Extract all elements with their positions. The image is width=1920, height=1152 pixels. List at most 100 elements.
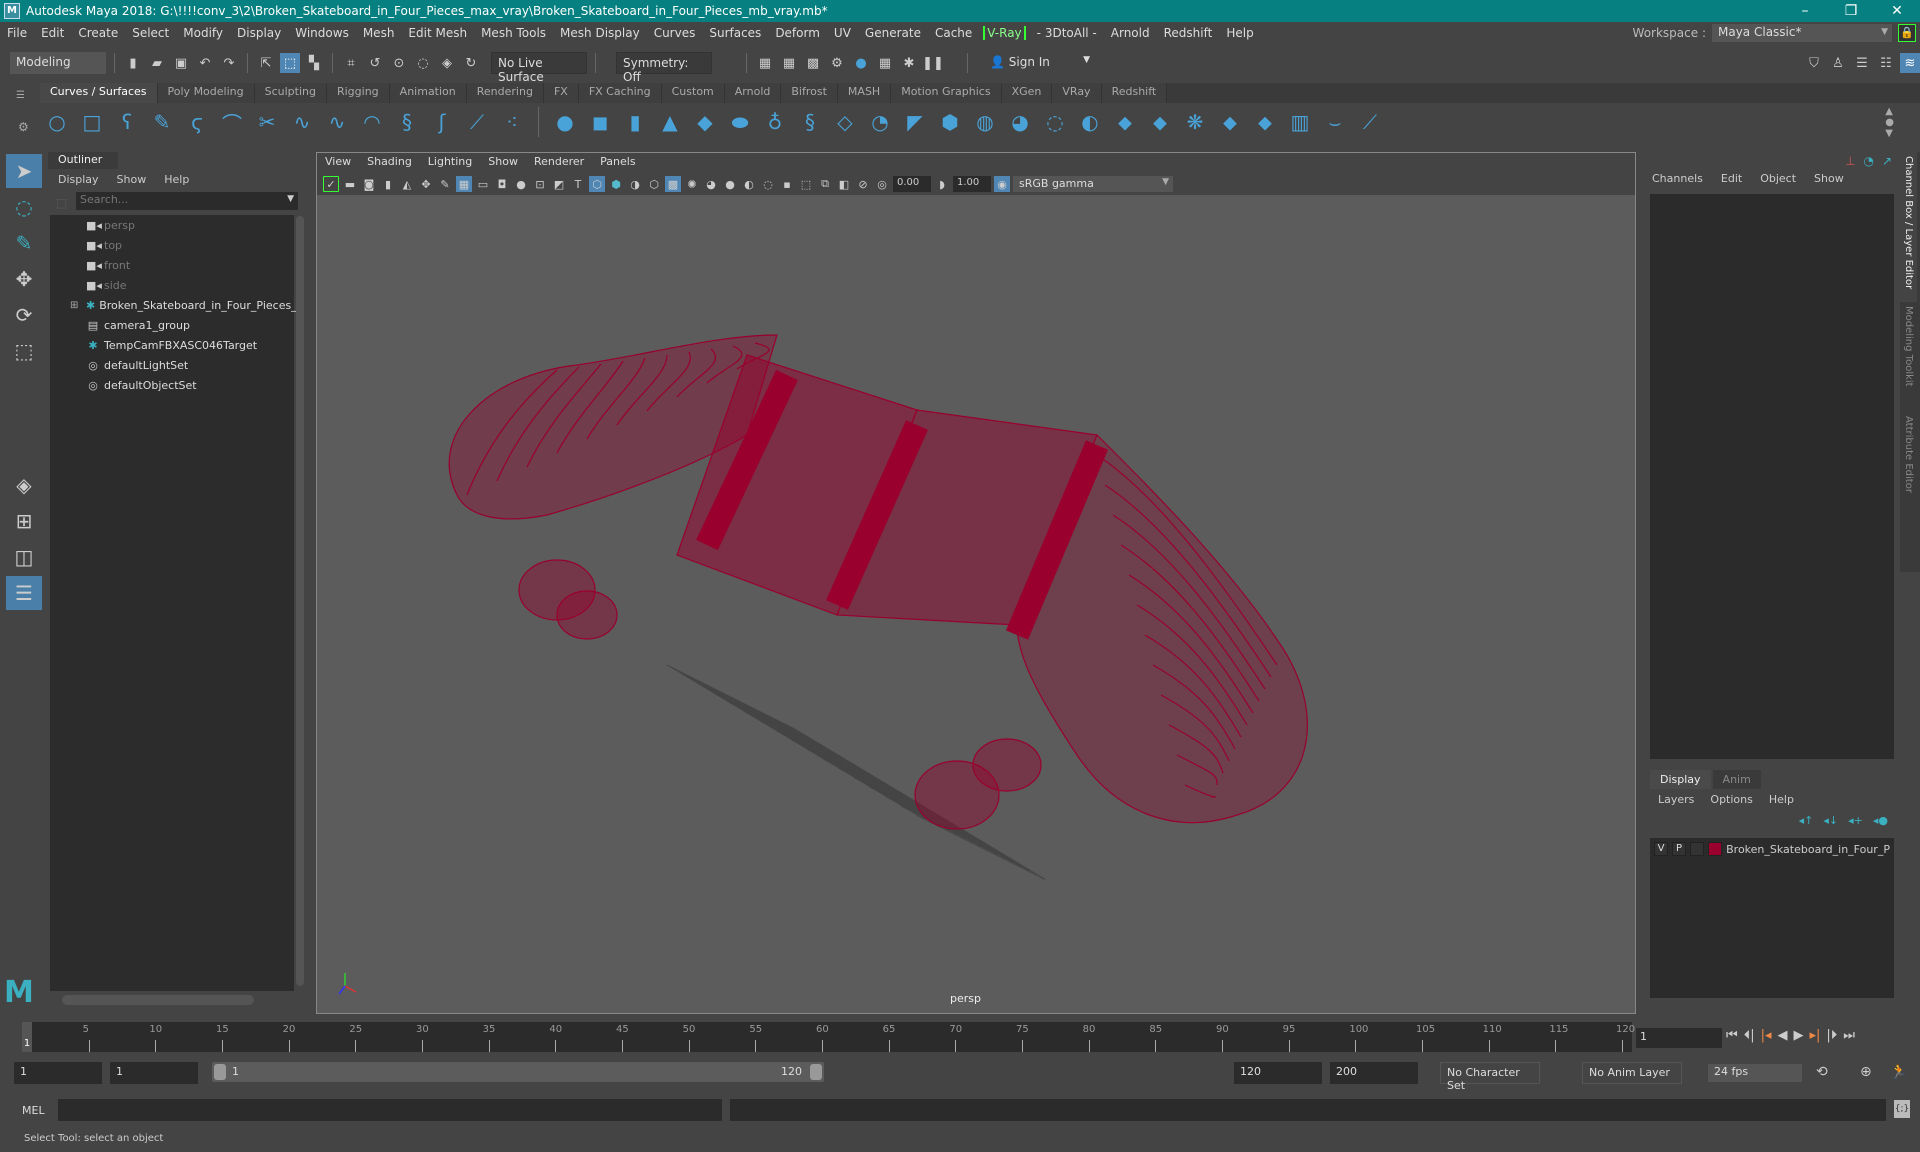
menu-generate[interactable]: Generate	[858, 26, 928, 40]
shelf-tab-rigging[interactable]: Rigging	[326, 83, 390, 103]
channel-box-icon[interactable]: ≋	[1900, 53, 1920, 73]
safe-title-icon[interactable]: T	[570, 176, 586, 192]
menu-v-ray[interactable]: V-Ray	[983, 26, 1026, 40]
snap-pivot-icon[interactable]: ↻	[461, 53, 481, 73]
outliner-layout-icon[interactable]: ☰	[6, 576, 42, 610]
layer-color-swatch[interactable]	[1708, 842, 1723, 856]
channel-box-menu-show[interactable]: Show	[1814, 172, 1844, 185]
viewport-scene[interactable]	[317, 195, 1635, 1013]
paint-select-tool-icon[interactable]: ✎	[6, 226, 42, 260]
play-backward-icon[interactable]: ◀	[1778, 1028, 1788, 1043]
anim-layer-dropdown[interactable]: No Anim Layer	[1582, 1062, 1682, 1084]
menu-display[interactable]: Display	[230, 26, 288, 40]
outliner-menu-show[interactable]: Show	[117, 173, 147, 186]
hypershade-icon[interactable]: ●	[851, 53, 871, 73]
gamma-field[interactable]: 1.00	[953, 176, 991, 192]
menu-surfaces[interactable]: Surfaces	[702, 26, 768, 40]
bevel-icon[interactable]: ⬢	[937, 109, 963, 135]
shelf-scroll[interactable]: ▲ ● ▼	[1885, 106, 1894, 139]
symmetry-dropdown[interactable]: Symmetry: Off	[616, 52, 712, 84]
four-view-layout-icon[interactable]: ⊞	[6, 504, 42, 538]
xray-active-icon[interactable]: ◧	[836, 176, 852, 192]
shelf-tab-menu-icon[interactable]: ☰	[16, 90, 25, 101]
birail-icon[interactable]: ◤	[902, 109, 928, 135]
layer-visibility-toggle[interactable]: V	[1654, 842, 1669, 856]
pause-icon[interactable]: ❚❚	[922, 53, 944, 73]
menu-redshift[interactable]: Redshift	[1157, 26, 1220, 40]
layer-tab-anim[interactable]: Anim	[1712, 770, 1761, 789]
untrim-icon[interactable]: ◐	[1077, 109, 1103, 135]
side-tab-modeling-toolkit[interactable]: Modeling Toolkit	[1900, 302, 1917, 412]
shelf-tab-fx-caching[interactable]: FX Caching	[578, 83, 662, 103]
use-all-lights-icon[interactable]: ✺	[684, 176, 700, 192]
playback-start-field[interactable]: 1	[110, 1062, 198, 1084]
open-close-surface-icon[interactable]: ❋	[1182, 109, 1208, 135]
outliner-item[interactable]: ◎ defaultObjectSet	[50, 375, 294, 395]
viewport-menu-shading[interactable]: Shading	[367, 155, 412, 171]
menu-arnold[interactable]: Arnold	[1104, 26, 1157, 40]
render-settings-icon[interactable]: ⚙	[827, 53, 847, 73]
color-space-dropdown[interactable]: sRGB gamma	[1013, 176, 1173, 192]
menu-create[interactable]: Create	[71, 26, 125, 40]
shelf-tab-curves-surfaces[interactable]: Curves / Surfaces	[40, 83, 158, 103]
shelf-tab-sculpting[interactable]: Sculpting	[254, 83, 327, 103]
sign-in-button[interactable]: 👤 Sign In ▼	[984, 52, 1094, 74]
shelf-tab-redshift[interactable]: Redshift	[1101, 83, 1168, 103]
time-slider[interactable]: 5 10 15 20 25 30 35 40 45 50 55 60 65 70 75 80 85 90 95 100…	[22, 1022, 1635, 1052]
command-input[interactable]	[58, 1099, 722, 1121]
outliner-item[interactable]: ◎ defaultLightSet	[50, 355, 294, 375]
side-tab-attribute-editor[interactable]: Attribute Editor	[1900, 412, 1917, 512]
outliner-menu-display[interactable]: Display	[58, 173, 99, 186]
go-to-start-icon[interactable]: ⏮	[1726, 1028, 1738, 1043]
smooth-shade-icon[interactable]: ⬢	[608, 176, 624, 192]
menu-mesh-display[interactable]: Mesh Display	[553, 26, 647, 40]
range-end-handle[interactable]	[810, 1064, 822, 1080]
loop-icon[interactable]: ⟲	[1816, 1064, 1828, 1080]
viewport-menu-lighting[interactable]: Lighting	[428, 155, 472, 171]
anti-aliasing-icon[interactable]: ◌	[760, 176, 776, 192]
fps-dropdown[interactable]: 24 fps	[1708, 1064, 1802, 1082]
project-curve-icon[interactable]: ⟋	[464, 109, 490, 135]
camera-attributes-icon[interactable]: ◙	[361, 176, 377, 192]
nurbs-torus-icon[interactable]: ⬬	[727, 109, 753, 135]
maximize-button[interactable]: ❐	[1828, 3, 1874, 19]
attach-curve-icon[interactable]: §	[394, 109, 420, 135]
select-component-icon[interactable]: ▚	[304, 53, 324, 73]
step-forward-key-icon[interactable]: |⏵	[1826, 1028, 1837, 1043]
ep-curve-icon[interactable]: ϛ	[184, 109, 210, 135]
menu-edit[interactable]: Edit	[34, 26, 71, 40]
script-editor-icon[interactable]: {;}	[1894, 1100, 1910, 1118]
select-hierarchy-icon[interactable]: ⇱	[256, 53, 276, 73]
new-layer-selected-icon[interactable]: ◂●	[1873, 814, 1888, 827]
color-management-icon[interactable]: ◉	[994, 176, 1010, 192]
extend-surface-icon[interactable]: ⬥	[1252, 109, 1278, 135]
layers-menu-options[interactable]: Options	[1710, 793, 1752, 806]
image-plane-icon[interactable]: ◭	[399, 176, 415, 192]
undo-icon[interactable]: ↶	[195, 53, 215, 73]
menu-edit-mesh[interactable]: Edit Mesh	[401, 26, 474, 40]
menu-windows[interactable]: Windows	[288, 26, 356, 40]
lasso-tool-icon[interactable]: ◌	[6, 190, 42, 224]
nurbs-cube-icon[interactable]: ◼	[587, 109, 613, 135]
menu-curves[interactable]: Curves	[647, 26, 703, 40]
gate-mask-icon[interactable]: ●	[513, 176, 529, 192]
wireframe-icon[interactable]: ⬡	[589, 176, 605, 192]
snap-view-icon[interactable]: ◌	[413, 53, 433, 73]
redo-icon[interactable]: ↷	[219, 53, 239, 73]
outliner-item[interactable]: ■◂ top	[50, 235, 294, 255]
snap-point-icon[interactable]: ⊙	[389, 53, 409, 73]
channel-box-menu-edit[interactable]: Edit	[1721, 172, 1742, 185]
safe-action-icon[interactable]: ◩	[551, 176, 567, 192]
side-tab-channel-box[interactable]: Channel Box / Layer Editor	[1900, 152, 1917, 302]
viewport-menu-view[interactable]: View	[325, 155, 351, 171]
playback-end-field[interactable]: 120	[1234, 1062, 1322, 1084]
scale-tool-icon[interactable]: ⬚	[6, 334, 42, 368]
outliner-item[interactable]: ▤ camera1_group	[50, 315, 294, 335]
single-perspective-layout-icon[interactable]: ◈	[6, 468, 42, 502]
shelf-tab-poly-modeling[interactable]: Poly Modeling	[157, 83, 255, 103]
modeling-toolkit-icon[interactable]: ⛉	[1804, 53, 1824, 73]
sine-curve-icon[interactable]: ∿	[324, 109, 350, 135]
range-slider[interactable]: 1 120	[212, 1062, 824, 1082]
menu-mesh-tools[interactable]: Mesh Tools	[474, 26, 553, 40]
surface-fillet-icon[interactable]: ⟋	[1357, 109, 1383, 135]
